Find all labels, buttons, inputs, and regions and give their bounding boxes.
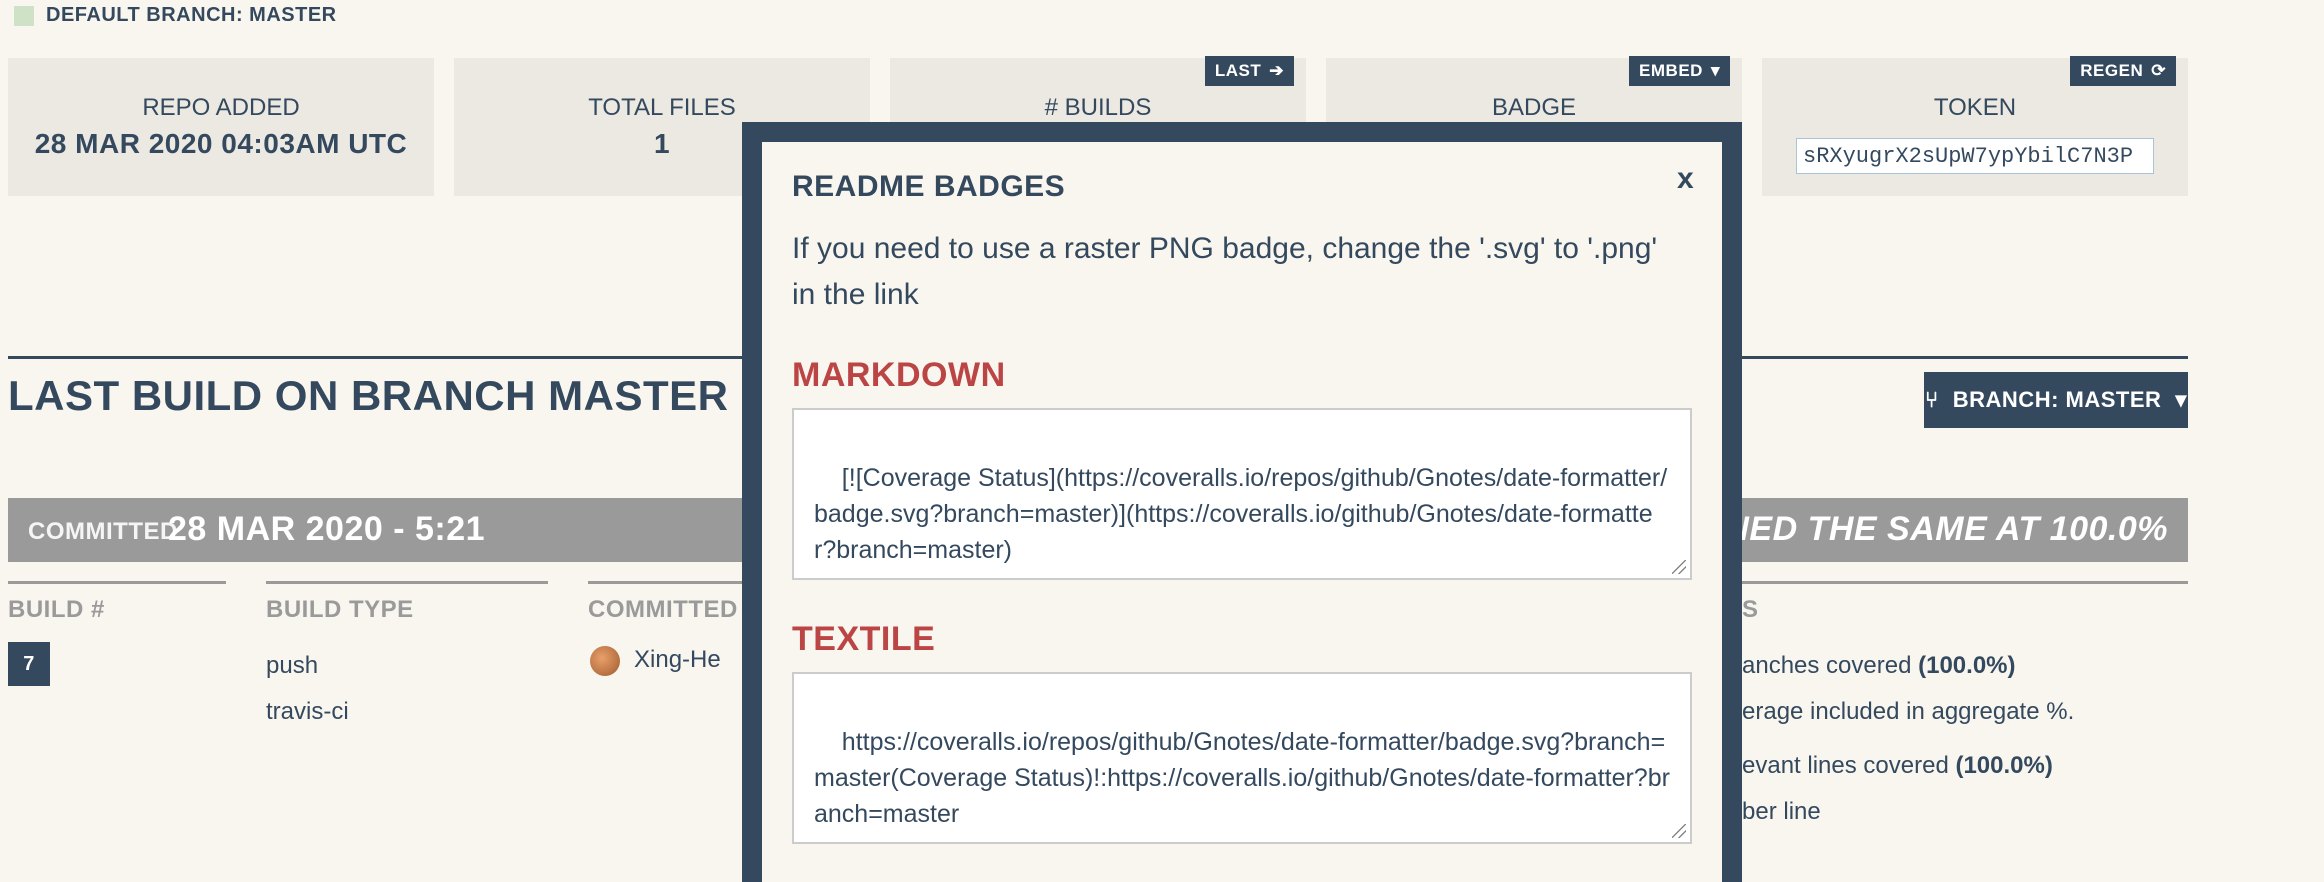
coverage-line-text: evant lines covered	[1742, 752, 1956, 779]
stat-label: TOTAL FILES	[588, 94, 736, 121]
resize-handle-icon[interactable]	[1672, 560, 1686, 574]
coverage-line: ber line	[1742, 798, 1821, 826]
textile-heading: TEXTILE	[792, 620, 936, 658]
stat-label: REPO ADDED	[142, 94, 300, 121]
coverage-line: anches covered (100.0%)	[1742, 652, 2016, 680]
coverage-line: erage included in aggregate %.	[1742, 698, 2074, 726]
token-input[interactable]: sRXyugrX2sUpW7ypYbilC7N3P	[1796, 138, 2154, 174]
coverage-line-text: erage included in aggregate %.	[1742, 698, 2075, 725]
readme-badges-modal: README BADGES x If you need to use a ras…	[762, 142, 1722, 882]
stat-token: REGEN ⟳ TOKEN sRXyugrX2sUpW7ypYbilC7N3P	[1762, 56, 2188, 196]
default-branch-text: DEFAULT BRANCH: MASTER	[46, 4, 337, 26]
stat-label: # BUILDS	[1044, 94, 1152, 121]
column-header-build-type: BUILD TYPE	[266, 596, 414, 623]
branch-color-swatch	[14, 5, 34, 26]
textile-code: https://coveralls.io/repos/github/Gnotes…	[814, 728, 1670, 828]
resize-handle-icon[interactable]	[1672, 824, 1686, 838]
committer-name[interactable]: Xing-He	[634, 646, 721, 674]
caret-down-icon: ▾	[1710, 61, 1720, 80]
coverage-line-value: (100.0%)	[1955, 752, 2053, 779]
embed-label: EMBED	[1639, 61, 1703, 80]
column-header-coverage: S	[1742, 596, 1759, 623]
coverage-line-value: (100.0%)	[1918, 652, 2016, 679]
refresh-icon: ⟳	[2151, 61, 2166, 80]
branch-button-label: BRANCH: MASTER	[1952, 387, 2162, 412]
coverage-line-text: anches covered	[1742, 652, 1919, 679]
stat-label: TOKEN	[1933, 94, 2017, 121]
markdown-textarea[interactable]: [![Coverage Status](https://coveralls.io…	[792, 408, 1692, 580]
committed-label: COMMITTED	[28, 518, 178, 545]
coverage-line: evant lines covered (100.0%)	[1742, 752, 2053, 780]
last-build-label: LAST	[1214, 61, 1262, 80]
stat-value: 28 MAR 2020 04:03AM UTC	[34, 128, 408, 159]
git-branch-icon: ⑂	[1925, 387, 1939, 412]
column-rule	[8, 581, 226, 584]
modal-description: If you need to use a raster PNG badge, c…	[792, 232, 1658, 311]
column-rule	[266, 581, 548, 584]
avatar	[590, 646, 620, 676]
coverage-line-text: ber line	[1742, 798, 1821, 825]
branch-dropdown-button[interactable]: ⑂ BRANCH: MASTER ▾	[1924, 372, 2188, 428]
modal-title: README BADGES	[792, 170, 1066, 203]
arrow-right-circle-icon: ➔	[1269, 61, 1284, 80]
stat-label: BADGE	[1491, 94, 1577, 121]
page-title: LAST BUILD ON BRANCH MASTER	[8, 372, 729, 419]
build-number-link[interactable]: 7	[8, 642, 50, 686]
build-service-value: travis-ci	[266, 698, 349, 725]
markdown-code: [![Coverage Status](https://coveralls.io…	[814, 464, 1668, 564]
column-rule	[1742, 581, 2188, 584]
build-type-value: push	[266, 652, 319, 679]
regen-label: REGEN	[2080, 61, 2144, 80]
embed-button[interactable]: EMBED ▾	[1629, 56, 1730, 86]
textile-textarea[interactable]: https://coveralls.io/repos/github/Gnotes…	[792, 672, 1692, 844]
close-icon[interactable]: x	[1677, 162, 1694, 196]
stat-repo-added: REPO ADDED 28 MAR 2020 04:03AM UTC	[8, 58, 434, 196]
default-branch-label: DEFAULT BRANCH: MASTER	[14, 4, 337, 27]
markdown-heading: MARKDOWN	[792, 356, 1006, 394]
column-header-build-number: BUILD #	[8, 596, 105, 623]
caret-down-icon: ▾	[2175, 387, 2187, 412]
regen-button[interactable]: REGEN ⟳	[2070, 56, 2176, 86]
column-rule	[588, 581, 748, 584]
last-build-button[interactable]: LAST ➔	[1204, 56, 1294, 86]
commit-datetime: 28 MAR 2020 - 5:21	[168, 510, 486, 548]
